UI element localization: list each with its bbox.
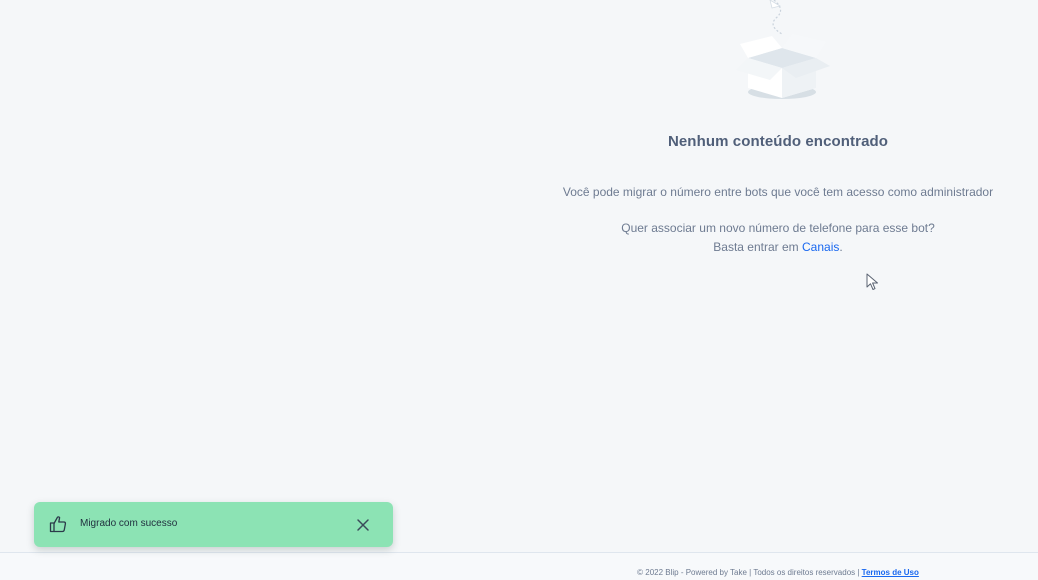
empty-state-cta-line: Basta entrar em Canais.: [520, 238, 1036, 257]
footer-copyright: © 2022 Blip - Powered by Take | Todos os…: [637, 568, 862, 577]
empty-state-cta: Quer associar um novo número de telefone…: [520, 219, 1036, 257]
left-pane: [0, 0, 520, 552]
footer: © 2022 Blip - Powered by Take | Todos os…: [0, 552, 1038, 580]
cta-prefix: Basta entrar em: [713, 240, 802, 254]
toast-message: Migrado com sucesso: [80, 518, 178, 529]
cta-suffix: .: [839, 240, 843, 254]
terms-of-use-link[interactable]: Termos de Uso: [862, 568, 919, 577]
thumbs-up-icon: [49, 516, 67, 533]
footer-text-line: © 2022 Blip - Powered by Take | Todos os…: [520, 568, 1036, 577]
page: Nenhum conteúdo encontrado Você pode mig…: [0, 0, 1038, 580]
empty-state: Nenhum conteúdo encontrado Você pode mig…: [520, 0, 1036, 300]
success-toast: Migrado com sucesso: [34, 502, 393, 547]
empty-state-description: Você pode migrar o número entre bots que…: [562, 185, 994, 199]
close-icon[interactable]: [353, 515, 373, 535]
canais-link[interactable]: Canais: [802, 240, 839, 254]
empty-state-title: Nenhum conteúdo encontrado: [667, 133, 889, 150]
mouse-cursor-icon: [866, 273, 878, 290]
empty-state-question: Quer associar um novo número de telefone…: [621, 221, 935, 235]
empty-box-icon: [736, 0, 830, 99]
